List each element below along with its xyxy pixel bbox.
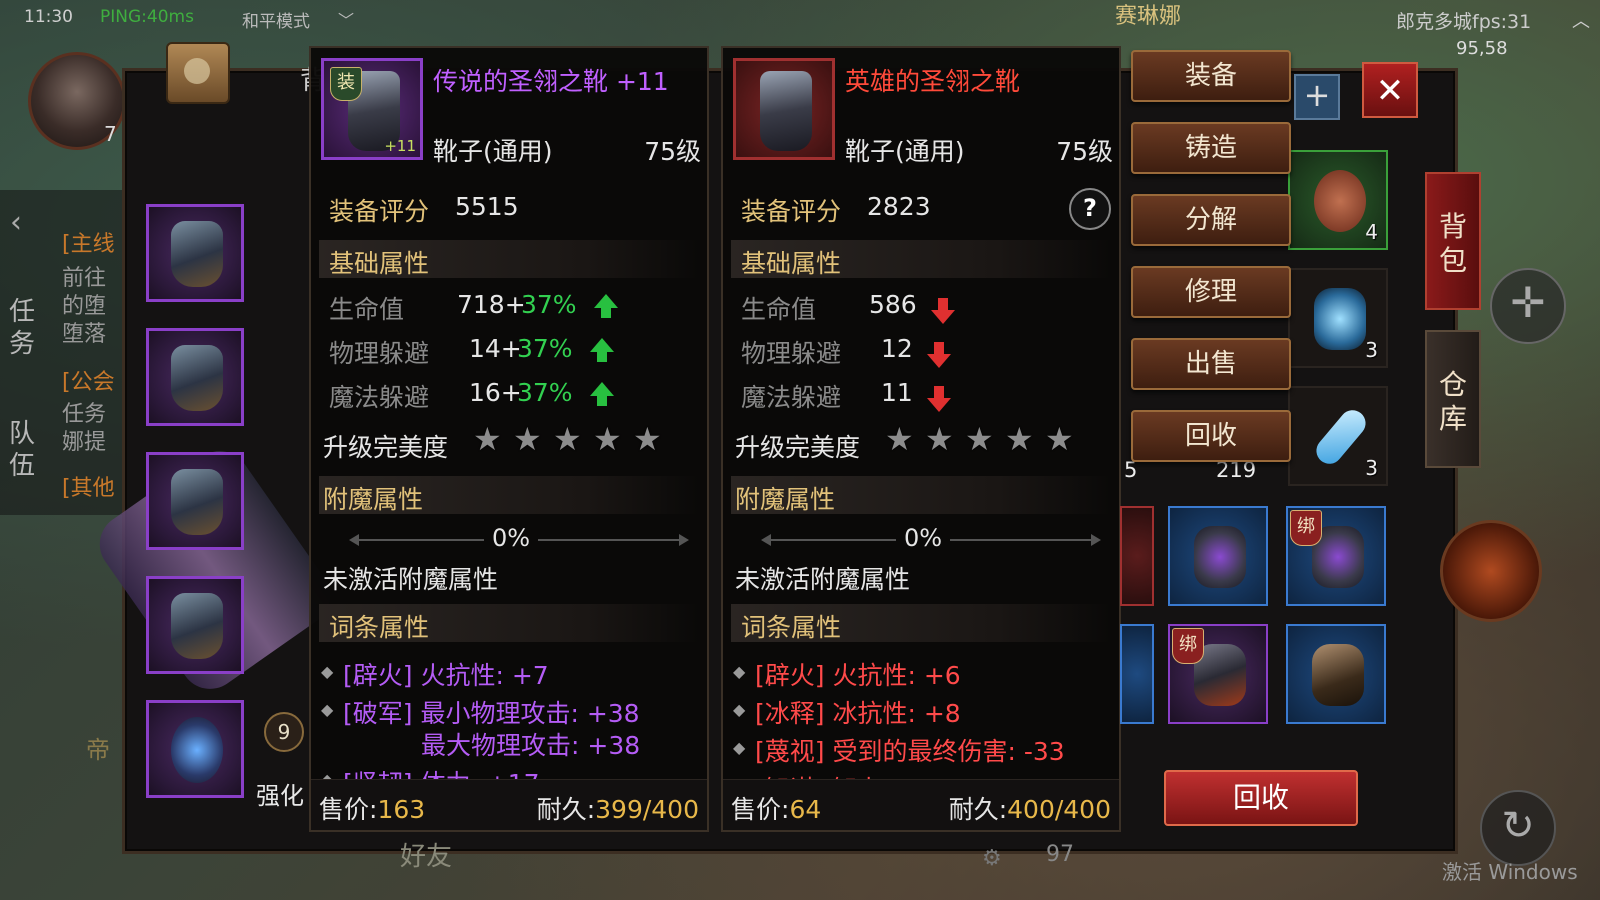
item-tooltip-equipped: 装 +11 传说的圣翎之靴 +11 靴子(通用) 75级 装备评分 5515 基… xyxy=(309,46,709,832)
bag-slot[interactable] xyxy=(1286,624,1386,724)
refresh-icon[interactable]: ↻ xyxy=(1480,790,1556,866)
map-coordinates: 95,58 xyxy=(1456,38,1508,59)
gear-icon[interactable]: ⚙ xyxy=(982,846,1002,871)
background-text: 帝 xyxy=(86,736,110,764)
affix-line: [蔑视] 受到的最终伤害: -33 xyxy=(755,737,1065,766)
durability-label: 耐久: xyxy=(948,795,1008,824)
bag-slot[interactable]: 绑 xyxy=(1286,506,1386,606)
chevron-down-icon[interactable]: ﹀ xyxy=(338,7,354,31)
durability-value: 400/400 xyxy=(1007,795,1111,824)
bag-slot[interactable] xyxy=(1120,506,1154,606)
task-line[interactable]: 堕落 xyxy=(62,316,122,348)
equip-slot-gloves[interactable] xyxy=(146,452,244,550)
equip-button[interactable]: 装备 xyxy=(1131,50,1291,102)
helmet-icon xyxy=(1312,644,1364,706)
sell-price-value: 163 xyxy=(377,795,426,824)
tooltip-footer: 售价:163 耐久:399/400 xyxy=(311,779,707,830)
sell-price: 售价:163 xyxy=(319,790,425,826)
treasure-chest-icon[interactable] xyxy=(166,42,230,104)
affix-line: [辟火] 火抗性: +6 xyxy=(755,661,961,690)
potion-vial-icon xyxy=(1311,404,1371,470)
affix-bullet-icon: ◆ xyxy=(321,700,334,719)
helmet-icon xyxy=(171,221,223,287)
forge-button[interactable]: 铸造 xyxy=(1131,122,1291,174)
add-slot-button[interactable]: + xyxy=(1294,74,1340,120)
armor-icon xyxy=(171,345,223,411)
collapse-arrow-icon[interactable]: ‹ xyxy=(10,205,22,240)
bag-slot[interactable] xyxy=(1120,624,1154,724)
chevron-up-icon[interactable]: ︿ xyxy=(1572,7,1590,33)
boots-icon xyxy=(171,593,223,659)
sell-price-label: 售价: xyxy=(731,795,790,824)
strengthen-count-badge: 9 xyxy=(264,712,304,752)
strengthen-button[interactable]: 强化 xyxy=(256,776,304,811)
recycle-button[interactable]: 回收 xyxy=(1164,770,1358,826)
npc-name: 赛琳娜 xyxy=(1115,4,1182,29)
tab-warehouse[interactable]: 仓库 xyxy=(1425,330,1481,468)
food-bowl-icon xyxy=(1314,170,1366,232)
sell-price: 售价:64 xyxy=(731,790,821,826)
friends-button[interactable]: 好友 xyxy=(400,836,452,873)
sell-price-value: 64 xyxy=(789,795,822,824)
sell-price-label: 售价: xyxy=(319,795,378,824)
bag-slot[interactable]: 4 xyxy=(1288,150,1388,250)
durability: 耐久:399/400 xyxy=(537,790,699,826)
affix-bullet-icon: ◆ xyxy=(733,700,746,719)
equip-slot-necklace[interactable] xyxy=(146,700,244,798)
durability-label: 耐久: xyxy=(536,795,596,824)
pk-mode-selector[interactable]: 和平模式 xyxy=(242,7,310,32)
durability: 耐久:400/400 xyxy=(949,790,1111,826)
dismantle-button[interactable]: 分解 xyxy=(1131,194,1291,246)
dpad-icon[interactable]: ✛ xyxy=(1490,268,1566,344)
affix-line: [破军] 最小物理攻击: +38 xyxy=(343,699,640,728)
item-quantity: 3 xyxy=(1365,456,1378,480)
bottom-counter: 97 xyxy=(1046,842,1074,867)
bound-badge: 绑 xyxy=(1290,510,1322,546)
player-level: 7 xyxy=(104,122,117,146)
amulet-icon xyxy=(1194,526,1246,588)
affix-bullet-icon: ◆ xyxy=(321,662,334,681)
blue-crystal-icon xyxy=(1314,288,1366,350)
bound-badge: 绑 xyxy=(1172,628,1204,664)
task-line[interactable]: [主线 xyxy=(62,226,122,258)
close-button[interactable]: ✕ xyxy=(1362,62,1418,118)
tab-team[interactable]: 队伍 xyxy=(8,418,36,482)
task-line[interactable]: [其他 xyxy=(62,470,122,502)
tab-bag[interactable]: 背包 xyxy=(1425,172,1481,310)
os-watermark: 激活 Windows xyxy=(1442,860,1578,884)
bag-slot[interactable]: 绑 xyxy=(1168,624,1268,724)
bag-slot[interactable]: 3 xyxy=(1288,268,1388,368)
skill-button[interactable] xyxy=(1440,520,1542,622)
item-quantity: 4 xyxy=(1365,220,1378,244)
affix-line: [辟火] 火抗性: +7 xyxy=(343,661,549,690)
status-bar: 11:30 PING:40ms 和平模式 ﹀ 赛琳娜 郎克多城fps:31 95… xyxy=(0,0,1600,59)
item-quantity: 3 xyxy=(1365,338,1378,362)
tooltip-footer: 售价:64 耐久:400/400 xyxy=(723,779,1119,830)
equip-slot-helmet[interactable] xyxy=(146,204,244,302)
affix-list[interactable]: ◆ [辟火] 火抗性: +6 ◆ [冰释] 冰抗性: +8 ◆ [蔑视] 受到的… xyxy=(723,48,1119,784)
affix-bullet-icon: ◆ xyxy=(733,738,746,757)
durability-value: 399/400 xyxy=(595,795,699,824)
sell-button[interactable]: 出售 xyxy=(1131,338,1291,390)
affix-bullet-icon: ◆ xyxy=(733,662,746,681)
equip-slot-armor[interactable] xyxy=(146,328,244,426)
map-fps-readout: 郎克多城fps:31 xyxy=(1396,11,1532,33)
clock: 11:30 xyxy=(24,7,73,27)
item-tooltip-selected: 英雄的圣翎之靴 靴子(通用) 75级 装备评分 2823 ? 基础属性 生命值 … xyxy=(721,46,1121,832)
equip-slot-boots[interactable] xyxy=(146,576,244,674)
tab-task[interactable]: 任务 xyxy=(8,296,36,360)
ping-indicator: PING:40ms xyxy=(100,7,194,27)
affix-line: 最大物理攻击: +38 xyxy=(421,731,641,760)
task-line[interactable]: 娜提 xyxy=(62,424,122,456)
repair-button[interactable]: 修理 xyxy=(1131,266,1291,318)
affix-list[interactable]: ◆ [辟火] 火抗性: +7 ◆ [破军] 最小物理攻击: +38 最大物理攻击… xyxy=(311,48,707,784)
bag-slot[interactable]: 3 xyxy=(1288,386,1388,486)
task-line[interactable]: [公会 xyxy=(62,364,122,396)
affix-line: [冰释] 冰抗性: +8 xyxy=(755,699,961,728)
gauntlet-icon xyxy=(171,469,223,535)
bag-slot[interactable] xyxy=(1168,506,1268,606)
recycle-item-button[interactable]: 回收 xyxy=(1131,410,1291,462)
amulet-icon xyxy=(171,717,223,783)
